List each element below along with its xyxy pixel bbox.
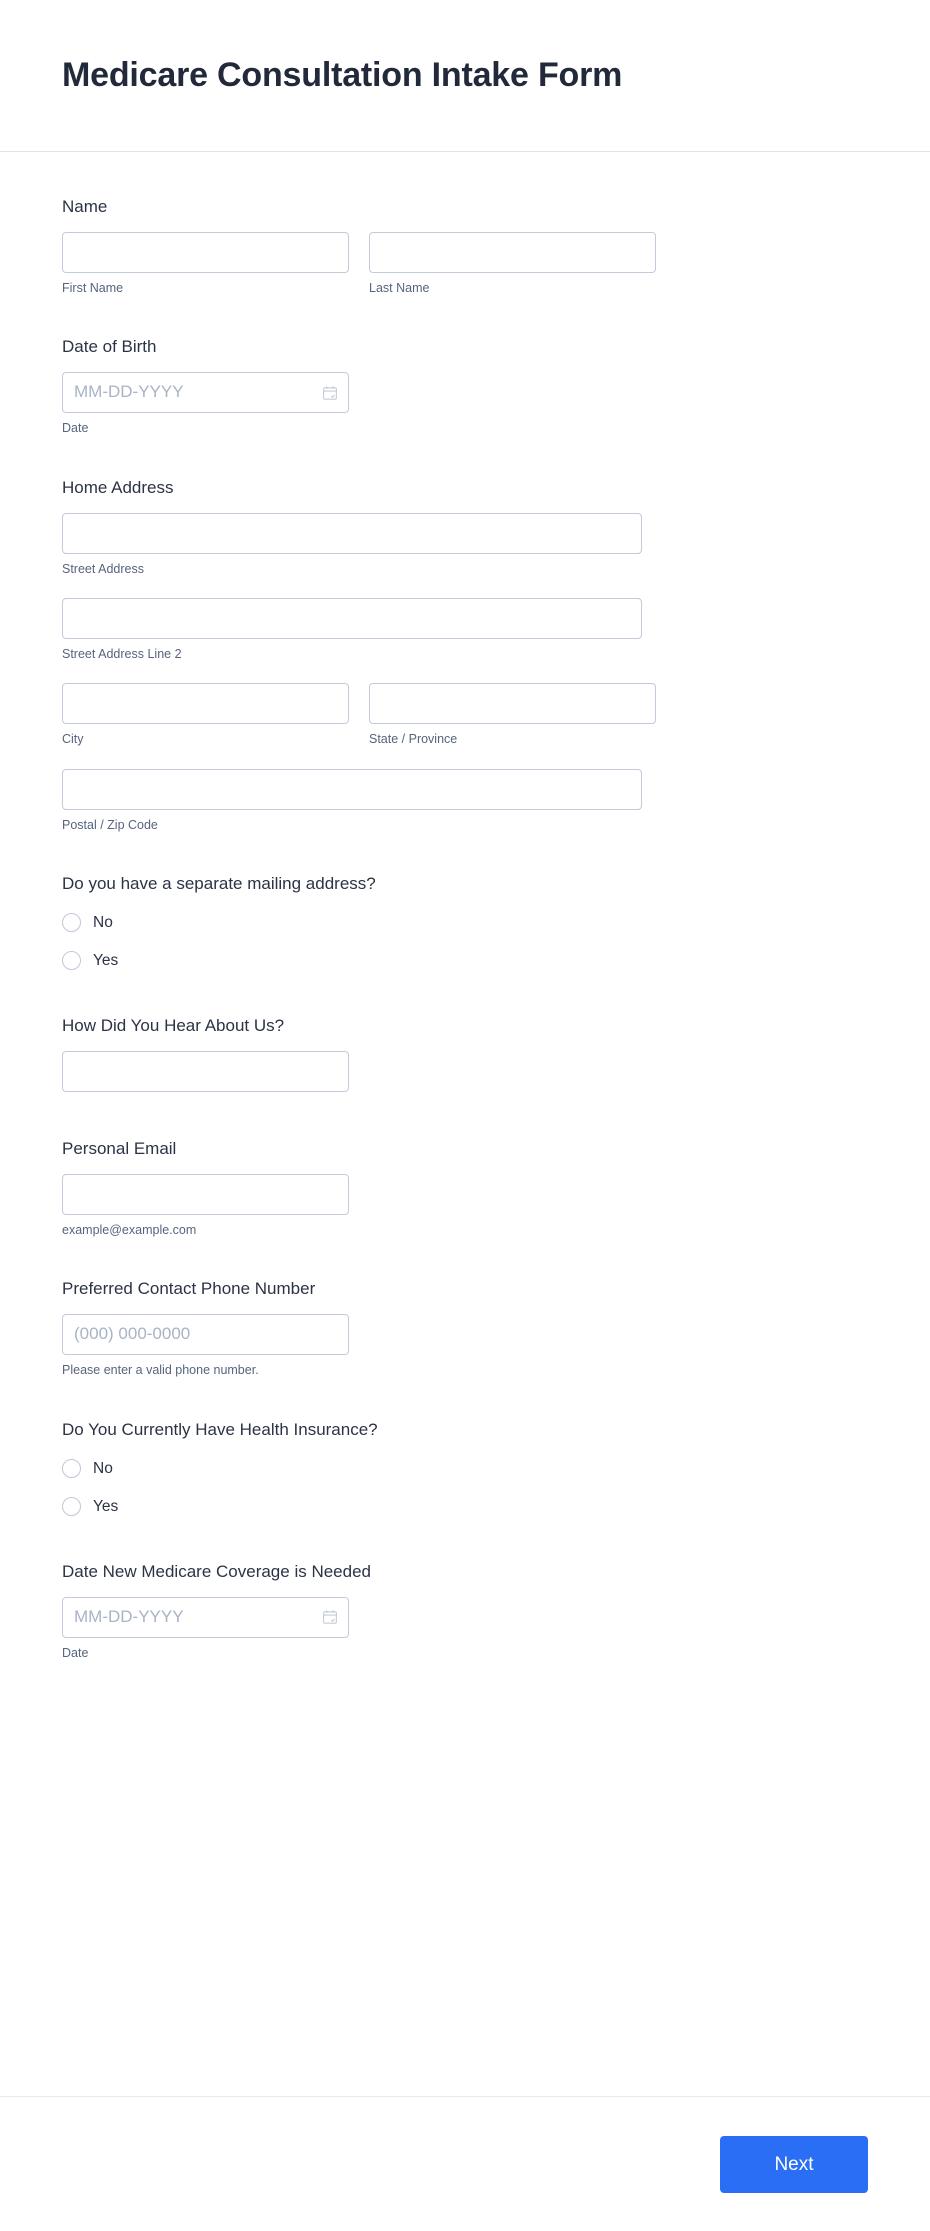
form-header: Medicare Consultation Intake Form [0,0,930,152]
last-name-input[interactable] [369,232,656,274]
radio-circle-icon[interactable] [62,1497,81,1517]
first-name-input[interactable] [62,232,349,274]
city-sublabel: City [62,732,84,747]
postal-zip-input[interactable] [62,768,642,810]
personal-email-sublabel: example@example.com [62,1223,197,1238]
last-name-group: Last Name [369,232,656,296]
field-personal-email: Personal Email example@example.com [62,1138,868,1238]
street-address-2-sublabel: Street Address Line 2 [62,647,182,662]
field-separate-mailing-address: Do you have a separate mailing address? … [62,873,868,975]
radio-label: Yes [93,951,119,969]
phone-group: Please enter a valid phone number. [62,1314,349,1378]
next-button[interactable]: Next [720,2135,868,2193]
field-label-date-of-birth: Date of Birth [62,337,157,357]
field-label-coverage-date: Date New Medicare Coverage is Needed [62,1561,371,1581]
street-address-input[interactable] [62,512,642,554]
radio-label: No [93,1459,113,1477]
street-address-2-input[interactable] [62,598,642,640]
first-name-sublabel: First Name [62,281,124,296]
field-label-hear-about-us: How Did You Hear About Us? [62,1015,285,1035]
hear-about-us-group [62,1050,349,1092]
radio-has-insurance-no[interactable]: No [62,1455,868,1483]
city-state-row: City State / Province [62,683,868,747]
date-of-birth-input[interactable] [62,372,349,414]
has-insurance-radio-group: No Yes [62,1455,868,1521]
radio-circle-icon[interactable] [62,913,81,933]
street-address-2-group: Street Address Line 2 [62,598,642,662]
radio-circle-icon[interactable] [62,1459,81,1479]
city-input[interactable] [62,683,349,725]
phone-sublabel: Please enter a valid phone number. [62,1363,259,1378]
city-group: City [62,683,349,747]
field-coverage-date: Date New Medicare Coverage is Needed Dat… [62,1561,868,1661]
separate-mailing-radio-group: No Yes [62,909,868,975]
coverage-date-input[interactable] [62,1596,349,1638]
field-hear-about-us: How Did You Hear About Us? [62,1015,868,1092]
bottom-spacer [62,1701,868,1851]
coverage-date-group [62,1596,349,1638]
form-body: Name First Name Last Name Date of Birth [0,152,930,1851]
field-has-insurance: Do You Currently Have Health Insurance? … [62,1419,868,1521]
field-date-of-birth: Date of Birth Date [62,336,868,436]
radio-has-insurance-yes[interactable]: Yes [62,1493,868,1521]
radio-separate-mailing-no[interactable]: No [62,909,868,937]
field-name: Name First Name Last Name [62,196,868,296]
field-label-separate-mailing-address: Do you have a separate mailing address? [62,873,376,893]
phone-input[interactable] [62,1314,349,1356]
postal-group: Postal / Zip Code [62,768,642,833]
date-of-birth-sublabel: Date [62,421,89,436]
radio-separate-mailing-yes[interactable]: Yes [62,947,868,975]
street-address-group: Street Address [62,512,642,577]
field-label-personal-email: Personal Email [62,1138,177,1158]
street-address-sublabel: Street Address [62,561,144,576]
form-footer: Next [0,2096,930,2231]
state-province-input[interactable] [369,683,656,725]
field-label-name: Name [62,197,108,216]
postal-zip-sublabel: Postal / Zip Code [62,817,158,832]
field-home-address: Home Address Street Address Street Addre… [62,477,868,833]
date-of-birth-group [62,372,349,414]
field-phone: Preferred Contact Phone Number Please en… [62,1278,868,1378]
personal-email-input[interactable] [62,1174,349,1216]
field-label-phone: Preferred Contact Phone Number [62,1279,316,1299]
first-name-group: First Name [62,232,349,296]
radio-circle-icon[interactable] [62,951,81,971]
field-label-has-insurance: Do You Currently Have Health Insurance? [62,1419,378,1439]
state-province-sublabel: State / Province [369,732,458,747]
radio-label: Yes [93,1497,119,1515]
name-row: First Name Last Name [62,232,868,296]
personal-email-group: example@example.com [62,1174,349,1238]
state-group: State / Province [369,683,656,747]
page-title: Medicare Consultation Intake Form [62,56,623,95]
hear-about-us-input[interactable] [62,1050,349,1092]
field-label-home-address: Home Address [62,477,174,497]
coverage-date-sublabel: Date [62,1645,89,1660]
last-name-sublabel: Last Name [369,281,430,296]
radio-label: No [93,913,113,931]
